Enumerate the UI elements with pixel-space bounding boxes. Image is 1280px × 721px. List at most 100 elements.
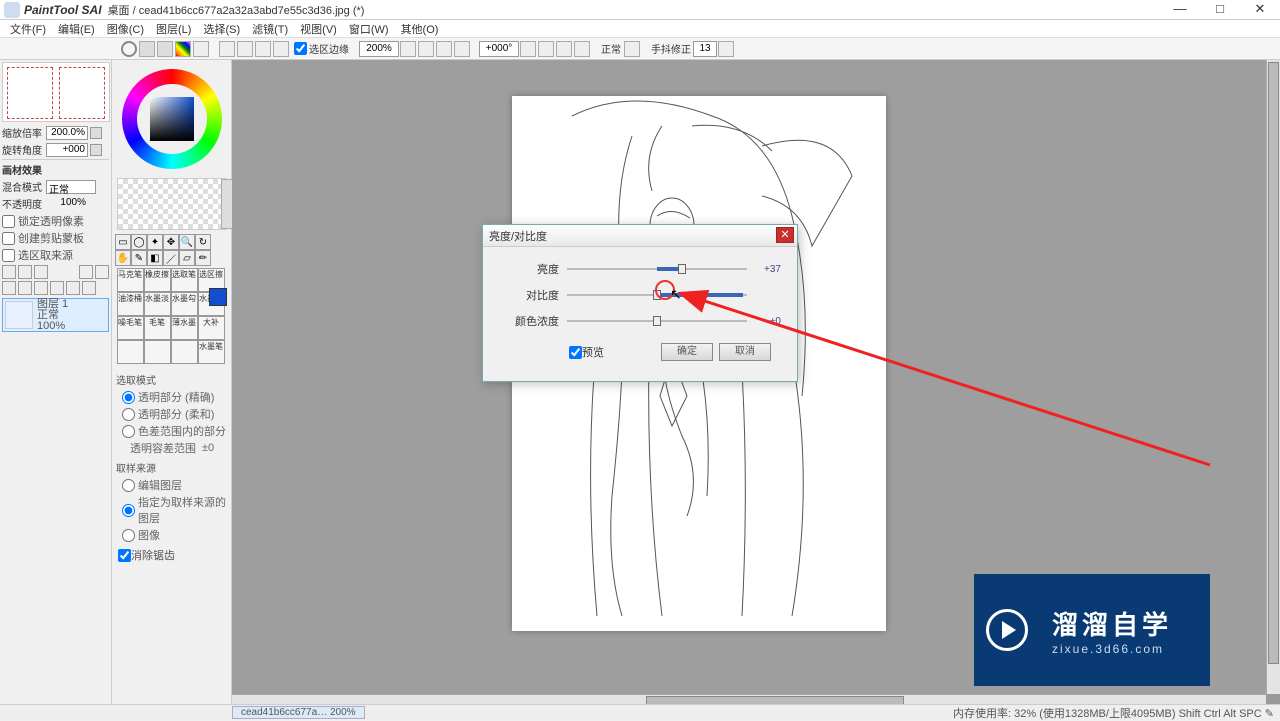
sel-source-check[interactable] (2, 249, 15, 262)
brush-cell[interactable]: 薄水墨 (171, 316, 198, 340)
blend-value[interactable]: 正常 (46, 180, 96, 194)
stabilizer-drop-icon[interactable] (718, 41, 734, 57)
layer-mask-icon[interactable] (34, 281, 48, 295)
menu-view[interactable]: 视图(V) (294, 21, 343, 37)
dialog-close-button[interactable]: ✕ (776, 227, 794, 243)
brush-cell[interactable]: 油漆桶 (117, 292, 144, 316)
brush-cell[interactable]: 橡皮擦 (144, 268, 171, 292)
foreground-color[interactable] (209, 288, 227, 306)
brush-cell[interactable] (144, 340, 171, 364)
contrast-slider[interactable] (567, 293, 747, 297)
maximize-button[interactable]: □ (1200, 0, 1240, 20)
tool-hand-icon[interactable]: ✋ (115, 250, 131, 266)
stabilizer-input[interactable] (693, 41, 717, 57)
layer-clear-icon[interactable] (50, 281, 64, 295)
zoom-fit-icon[interactable] (436, 41, 452, 57)
tool-lasso-icon[interactable]: ◯ (131, 234, 147, 250)
sample-r2[interactable] (122, 504, 135, 517)
tool-zoom-icon[interactable]: 🔍 (179, 234, 195, 250)
lock-alpha-check[interactable] (2, 215, 15, 228)
clip-mask-check[interactable] (2, 232, 15, 245)
rot-value[interactable]: +000 (46, 143, 88, 157)
rotate-reset-icon[interactable] (556, 41, 572, 57)
cancel-button[interactable]: 取消 (719, 343, 771, 361)
menu-file[interactable]: 文件(F) (4, 21, 52, 37)
brush-cell[interactable]: 马克笔 (117, 268, 144, 292)
tool-move-icon[interactable]: ✥ (163, 234, 179, 250)
layer-merge-icon[interactable] (66, 281, 80, 295)
zoom-reset-icon[interactable] (454, 41, 470, 57)
flip-icon[interactable] (574, 41, 590, 57)
sel-mode-sub-icon[interactable] (157, 41, 173, 57)
scrollbar-vertical[interactable] (1266, 60, 1280, 694)
brush-cell[interactable]: 选取笔 (171, 268, 198, 292)
tb-btn-d[interactable] (273, 41, 289, 57)
brush-cell[interactable]: 水墨淡 (144, 292, 171, 316)
tool-pen-icon[interactable]: ✏ (195, 250, 211, 266)
zoom-out-icon[interactable] (400, 41, 416, 57)
sample-r1[interactable] (122, 479, 135, 492)
sel-mode-r3[interactable] (122, 425, 135, 438)
sel-mode-new-icon[interactable] (121, 41, 137, 57)
tb-btn-a[interactable] (219, 41, 235, 57)
tool-bucket-icon[interactable]: ◧ (147, 250, 163, 266)
tool-rect-sel-icon[interactable]: ▭ (115, 234, 131, 250)
swatch-scroll[interactable] (221, 179, 233, 229)
saturation-slider[interactable] (567, 319, 747, 323)
brush-cell[interactable]: 水墨勾 (171, 292, 198, 316)
menu-filter[interactable]: 滤镜(T) (246, 21, 294, 37)
blend-mode-value[interactable]: 正常 (601, 41, 621, 56)
brush-cell[interactable]: 毛笔 (144, 316, 171, 340)
layer-btn-3[interactable] (34, 265, 48, 279)
layer-folder-icon[interactable] (18, 281, 32, 295)
scale-value[interactable]: 200.0% (46, 126, 88, 140)
brush-cell[interactable]: 大补 (198, 316, 225, 340)
scale-step-icon[interactable] (90, 127, 102, 139)
gradient-icon[interactable] (175, 41, 191, 57)
dialog-titlebar[interactable]: 亮度/对比度 ✕ (483, 225, 797, 247)
layer-btn-1[interactable] (2, 265, 16, 279)
rotate-ccw-icon[interactable] (520, 41, 536, 57)
brush-cell[interactable]: 水墨笔 (198, 340, 225, 364)
menu-other[interactable]: 其他(O) (395, 21, 445, 37)
layer-btn-2[interactable] (18, 265, 32, 279)
toolbar-extra-icon[interactable] (193, 41, 209, 57)
layer-btn-4[interactable] (79, 265, 93, 279)
layer-item[interactable]: 图层 1正常 100% (2, 298, 109, 332)
close-button[interactable]: ✕ (1240, 0, 1280, 20)
brightness-slider[interactable] (567, 267, 747, 271)
zoom-input[interactable] (359, 41, 399, 57)
brush-cell[interactable]: 噪毛笔 (117, 316, 144, 340)
menu-edit[interactable]: 编辑(E) (52, 21, 101, 37)
ok-button[interactable]: 确定 (661, 343, 713, 361)
minimize-button[interactable]: — (1160, 0, 1200, 20)
layer-new-icon[interactable] (2, 281, 16, 295)
tb-btn-b[interactable] (237, 41, 253, 57)
tool-rotate-icon[interactable]: ↻ (195, 234, 211, 250)
tb-btn-c[interactable] (255, 41, 271, 57)
antialias-check[interactable] (118, 549, 131, 562)
swatch-palette[interactable] (117, 178, 227, 230)
layer-btn-5[interactable] (95, 265, 109, 279)
color-wheel[interactable] (117, 64, 227, 174)
rot-step-icon[interactable] (90, 144, 102, 156)
zoom-in-icon[interactable] (418, 41, 434, 57)
menu-layer[interactable]: 图层(L) (150, 21, 197, 37)
tool-wand-icon[interactable]: ✦ (147, 234, 163, 250)
layer-delete-icon[interactable] (82, 281, 96, 295)
blend-mode-drop-icon[interactable] (624, 41, 640, 57)
brush-cell[interactable] (117, 340, 144, 364)
rotate-cw-icon[interactable] (538, 41, 554, 57)
navigator[interactable] (2, 62, 110, 122)
preview-check[interactable] (569, 346, 582, 359)
sel-mode-r1[interactable] (122, 391, 135, 404)
menu-window[interactable]: 窗口(W) (343, 21, 395, 37)
menu-image[interactable]: 图像(C) (101, 21, 150, 37)
tool-eraser-icon[interactable]: ▱ (179, 250, 195, 266)
status-doc-tab[interactable]: cead41b6cc677a… 200% (232, 706, 365, 719)
sel-edge-check[interactable] (294, 42, 307, 55)
sel-mode-r2[interactable] (122, 408, 135, 421)
sel-mode-add-icon[interactable] (139, 41, 155, 57)
menu-select[interactable]: 选择(S) (197, 21, 246, 37)
sample-r3[interactable] (122, 529, 135, 542)
